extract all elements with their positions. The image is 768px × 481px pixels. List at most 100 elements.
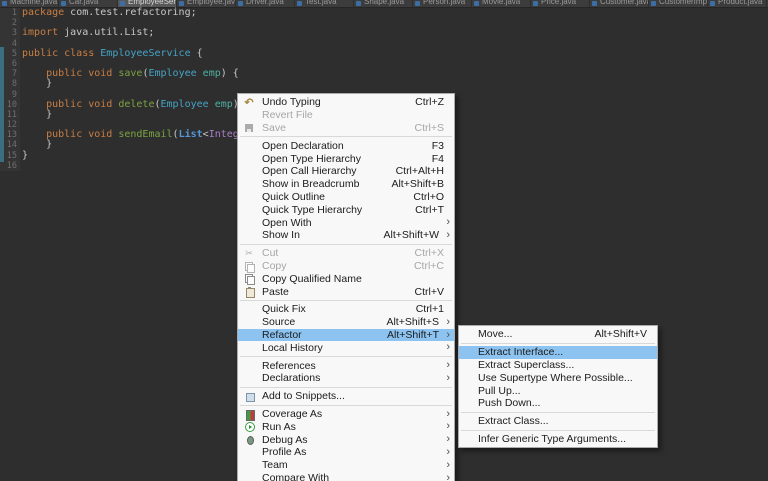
editor-tab[interactable]: Shape.java	[354, 0, 413, 7]
menu-item-revert-file[interactable]: Revert File	[238, 109, 454, 122]
editor-tab[interactable]: Employee.java	[177, 0, 236, 7]
code-token: package	[22, 7, 65, 18]
menu-item-coverage-as[interactable]: Coverage As ›	[238, 408, 454, 421]
menu-item-profile-as[interactable]: Profile As ›	[238, 446, 454, 459]
menu-item-show-in[interactable]: Show In Alt+Shift+W ›	[238, 229, 454, 242]
tab-label: Movie.java	[482, 0, 521, 6]
menu-item-run-as[interactable]: Run As ›	[238, 420, 454, 433]
menu-item-label: Quick Type Hierarchy	[262, 203, 363, 216]
menu-separator	[461, 342, 655, 344]
menu-item-open-type-hierarchy[interactable]: Open Type Hierarchy F4	[238, 152, 454, 165]
menu-item-extract-class[interactable]: Extract Class...	[459, 415, 657, 428]
debug-icon	[242, 434, 256, 446]
editor-tab[interactable]: Movie.java	[472, 0, 531, 7]
menu-item-copy[interactable]: Copy Ctrl+C	[238, 260, 454, 273]
menu-item-open-with[interactable]: Open With ›	[238, 216, 454, 229]
code-token: emp	[214, 98, 233, 110]
menu-item-label: Quick Outline	[262, 190, 326, 203]
menu-item-quick-type-hierarchy[interactable]: Quick Type Hierarchy Ctrl+T	[238, 203, 454, 216]
menu-item-label: Coverage As	[262, 407, 323, 420]
menu-item-shortcut: F4	[431, 152, 444, 165]
line-number: 16	[0, 160, 20, 171]
code-line[interactable]: 5 public class EmployeeService {	[0, 47, 768, 59]
menu-item-quick-outline[interactable]: Quick Outline Ctrl+O	[238, 191, 454, 204]
editor-tab[interactable]: EmployeeService.java	[118, 0, 177, 7]
editor-tab[interactable]: CustomerImpl.java	[649, 0, 708, 7]
menu-item-compare-with[interactable]: Compare With ›	[238, 472, 454, 481]
tab-label: Car.java	[69, 0, 99, 6]
menu-item-move[interactable]: Move... Alt+Shift+V	[459, 328, 657, 341]
menu-item-declarations[interactable]: Declarations ›	[238, 372, 454, 385]
menu-item-undo-typing[interactable]: Undo Typing Ctrl+Z	[238, 96, 454, 109]
menu-item-label: Source	[262, 316, 296, 329]
menu-item-extract-interface[interactable]: Extract Interface...	[459, 345, 657, 359]
menu-item-refactor[interactable]: Refactor Alt+Shift+T ›	[238, 328, 454, 342]
tab-label: Price.java	[541, 0, 577, 6]
code-token: Employee	[160, 98, 209, 110]
menu-item-use-supertype-where-possible[interactable]: Use Supertype Where Possible...	[459, 371, 657, 384]
menu-item-references[interactable]: References ›	[238, 359, 454, 372]
code-line[interactable]: 3 import java.util.List;	[0, 28, 768, 39]
menu-item-add-to-snippets[interactable]: Add to Snippets...	[238, 390, 454, 403]
menu-item-local-history[interactable]: Local History ›	[238, 341, 454, 354]
menu-item-quick-fix[interactable]: Quick Fix Ctrl+1	[238, 303, 454, 316]
code-token: }	[22, 78, 53, 90]
menu-item-source[interactable]: Source Alt+Shift+S ›	[238, 316, 454, 329]
menu-item-open-declaration[interactable]: Open Declaration F3	[238, 139, 454, 152]
menu-item-shortcut: Ctrl+Alt+H	[395, 165, 444, 178]
copy-qualified-icon	[242, 273, 256, 286]
menu-item-shortcut: Ctrl+X	[414, 247, 444, 260]
menu-item-show-in-breadcrumb[interactable]: Show in Breadcrumb Alt+Shift+B	[238, 178, 454, 191]
menu-item-shortcut: Ctrl+T	[415, 203, 444, 216]
menu-item-extract-superclass[interactable]: Extract Superclass...	[459, 359, 657, 372]
menu-item-label: Quick Fix	[262, 303, 306, 316]
tab-label: Driver.java	[246, 0, 284, 6]
tab-label: Employee.java	[187, 0, 236, 6]
code-line[interactable]: 8 }	[0, 78, 768, 90]
code-token: com.test.refactoring;	[64, 7, 197, 18]
code-token: ) {	[220, 68, 239, 80]
submenu-arrow-icon: ›	[446, 445, 450, 458]
tab-label: Shape.java	[364, 0, 405, 6]
editor-tab[interactable]: Price.java	[531, 0, 590, 7]
java-file-icon	[297, 1, 302, 6]
menu-item-save[interactable]: Save Ctrl+S	[238, 122, 454, 135]
submenu-arrow-icon: ›	[446, 315, 450, 328]
menu-item-infer-generic-type-arguments[interactable]: Infer Generic Type Arguments...	[459, 433, 657, 446]
menu-item-label: Open Call Hierarchy	[262, 165, 357, 178]
code-text: public class EmployeeService {	[20, 47, 768, 59]
menu-item-label: Copy Qualified Name	[262, 272, 362, 285]
menu-item-copy-qualified-name[interactable]: Copy Qualified Name	[238, 272, 454, 286]
editor-tab[interactable]: Person.java	[413, 0, 472, 7]
editor-tab[interactable]: Customer.java	[590, 0, 649, 7]
editor-tab[interactable]: Car.java	[59, 0, 118, 7]
code-token: public void	[46, 129, 119, 141]
editor-tab[interactable]: Machine.java	[0, 0, 59, 7]
java-file-icon	[2, 1, 7, 6]
menu-item-cut[interactable]: Cut Ctrl+X	[238, 247, 454, 260]
editor-tab[interactable]: Test.java	[295, 0, 354, 7]
java-file-icon	[179, 1, 184, 6]
menu-item-open-call-hierarchy[interactable]: Open Call Hierarchy Ctrl+Alt+H	[238, 165, 454, 178]
menu-item-team[interactable]: Team ›	[238, 459, 454, 472]
menu-item-pull-up[interactable]: Pull Up...	[459, 384, 657, 397]
menu-item-push-down[interactable]: Push Down...	[459, 397, 657, 410]
code-line[interactable]: 7 public void save(Employee emp) {	[0, 68, 768, 80]
menu-item-shortcut: Ctrl+Z	[415, 96, 444, 109]
submenu-arrow-icon: ›	[446, 407, 450, 420]
menu-item-label: Add to Snippets...	[262, 390, 345, 403]
editor-tab[interactable]: Product.java	[708, 0, 767, 7]
menu-item-paste[interactable]: Paste Ctrl+V	[238, 285, 454, 299]
menu-item-label: Infer Generic Type Arguments...	[478, 432, 627, 445]
range-indicator	[0, 47, 4, 162]
menu-item-shortcut: Ctrl+S	[414, 121, 444, 134]
code-token: {	[190, 47, 203, 59]
code-line[interactable]: 1 package com.test.refactoring;	[0, 7, 768, 19]
save-icon	[242, 123, 256, 134]
menu-separator	[240, 243, 452, 245]
menu-separator	[240, 386, 452, 388]
menu-item-label: Run As	[262, 420, 296, 433]
menu-item-debug-as[interactable]: Debug As ›	[238, 433, 454, 446]
menu-item-shortcut: F3	[431, 139, 444, 152]
editor-tab[interactable]: Driver.java	[236, 0, 295, 7]
